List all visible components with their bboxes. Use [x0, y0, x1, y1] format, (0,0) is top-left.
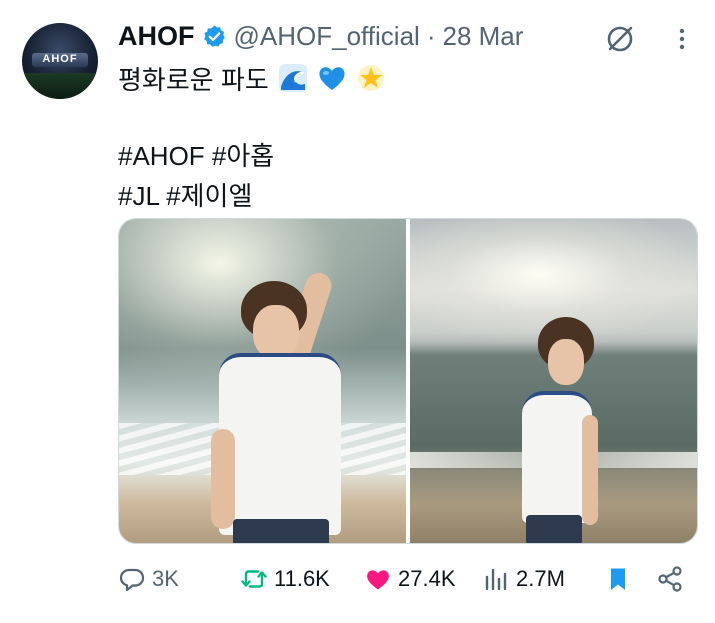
jeans	[526, 515, 582, 543]
hanging-arm	[582, 415, 598, 525]
tweet-text-line-1: 평화로운 파도	[118, 60, 386, 100]
verified-badge-icon	[202, 24, 227, 49]
tweet[interactable]: AHOF AHOF @AHOF_official · 28 Mar 평화로운 파…	[0, 0, 715, 623]
repost-button[interactable]: 11.6K	[240, 560, 330, 598]
face	[548, 339, 584, 385]
tweet-hashtags-line-1: #AHOF #아홉	[118, 141, 275, 171]
media-grid	[118, 218, 698, 544]
tweet-hashtags-line-2: #JL #제이엘	[118, 181, 253, 211]
tweet-header: AHOF @AHOF_official · 28 Mar	[118, 20, 523, 52]
beach-photo-1[interactable]	[119, 219, 406, 543]
heart-filled-icon	[367, 570, 389, 590]
beach-photo-2[interactable]	[410, 219, 697, 543]
glowing-star-emoji	[356, 63, 386, 100]
white-tshirt	[219, 353, 341, 535]
wave-emoji	[278, 63, 308, 100]
tweet-date[interactable]: 28 Mar	[442, 21, 523, 52]
share-icon	[658, 566, 682, 592]
face	[253, 305, 299, 359]
avatar[interactable]: AHOF	[22, 23, 98, 99]
reply-icon	[119, 568, 145, 592]
avatar-field	[22, 73, 98, 99]
person-figure	[119, 219, 406, 543]
author-name[interactable]: AHOF	[118, 21, 195, 52]
reply-count: 3K	[152, 566, 179, 591]
avatar-logo: AHOF	[42, 53, 78, 65]
like-button[interactable]: 27.4K	[364, 560, 456, 598]
left-arm	[211, 429, 235, 529]
views-button[interactable]: 2.7M	[482, 560, 565, 598]
jeans	[233, 519, 329, 543]
repost-count: 11.6K	[274, 566, 330, 591]
person-figure	[410, 219, 697, 543]
share-button[interactable]	[656, 560, 684, 598]
views-count: 2.7M	[516, 566, 565, 591]
analytics-icon	[485, 568, 507, 591]
bookmark-button[interactable]	[604, 560, 632, 598]
grok-icon[interactable]	[603, 22, 637, 56]
bookmark-filled-icon	[611, 568, 625, 590]
tweet-actions: 3K 11.6K 27.4K 2.7M	[118, 560, 698, 598]
header-separator: ·	[426, 20, 436, 51]
blue-heart-emoji	[317, 63, 347, 100]
more-options-icon[interactable]	[671, 24, 693, 54]
tweet-text: 평화로운 파도	[118, 65, 269, 95]
like-count: 27.4K	[398, 566, 456, 591]
author-handle[interactable]: @AHOF_official	[234, 21, 420, 52]
repost-icon	[241, 570, 267, 588]
reply-button[interactable]: 3K	[118, 560, 179, 598]
